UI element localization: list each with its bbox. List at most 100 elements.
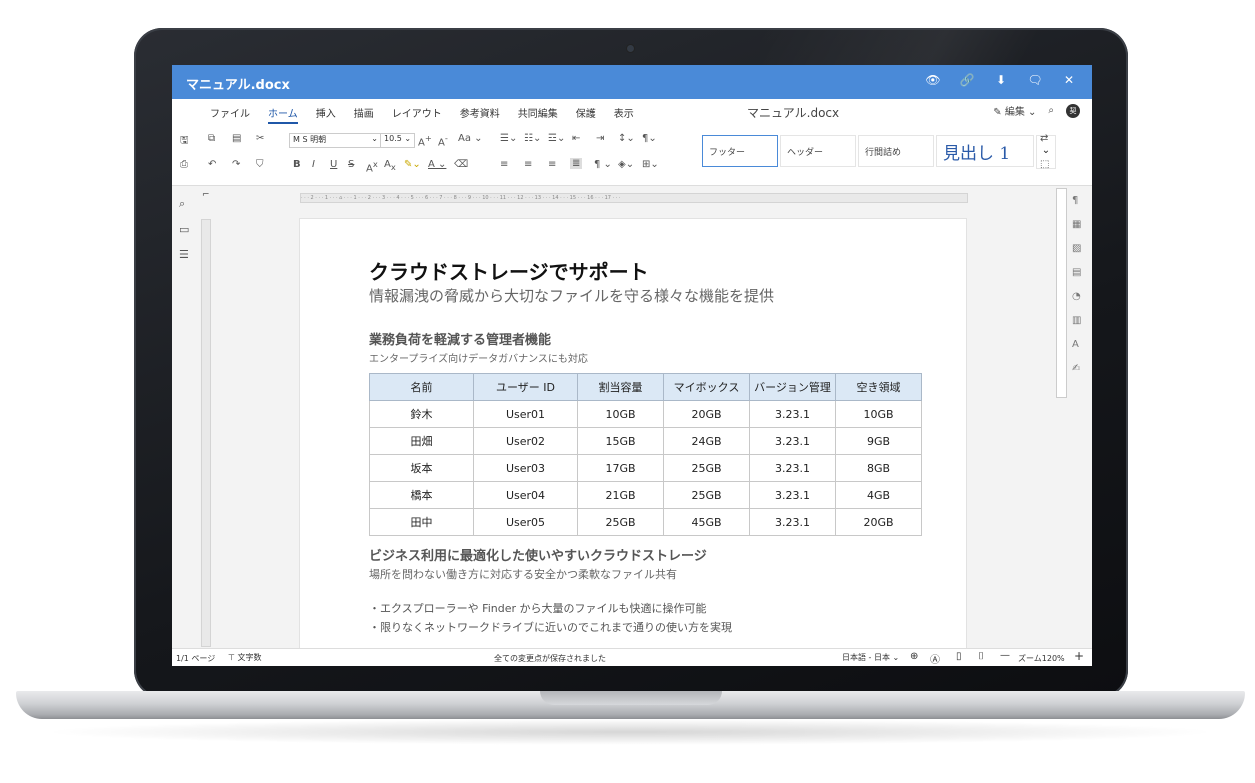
section1-subtitle: エンタープライズ向けデータガバナンスにも対応 <box>369 354 588 365</box>
table-row: 坂本 User03 17GB 25GB 3.23.1 8GB <box>369 454 922 482</box>
paragraph-settings-icon[interactable]: ¶ <box>1072 195 1092 209</box>
align-right-icon[interactable]: ≡ <box>548 159 556 170</box>
strikethrough-icon[interactable]: S <box>348 159 354 170</box>
print-icon[interactable]: ⎙ <box>180 159 188 170</box>
underline-icon[interactable]: U <box>330 159 337 170</box>
word-count-button[interactable]: ⊤ 文字数 <box>228 652 262 663</box>
section1-title: 業務負荷を軽減する管理者機能 <box>369 333 552 348</box>
style-heading-1[interactable]: 見出し 1 <box>936 135 1034 167</box>
change-case-icon[interactable]: Aa ⌄ <box>458 133 483 144</box>
horizontal-ruler[interactable]: · · · 2 · · · 1 · · · ⌂ · · · 1 · · · 2 … <box>300 193 968 203</box>
image-settings-icon[interactable]: ▨ <box>1072 243 1092 257</box>
vertical-scrollbar[interactable] <box>1056 188 1067 398</box>
fit-width-icon[interactable]: ⌷ <box>978 651 984 662</box>
menu-home[interactable]: ホーム <box>268 105 298 124</box>
menu-references[interactable]: 参考資料 <box>460 105 500 124</box>
subscript-icon[interactable]: Ax <box>384 159 396 172</box>
style-header[interactable]: ヘッダー <box>780 135 856 167</box>
table-cell: 鈴木 <box>369 400 474 428</box>
signature-icon[interactable]: ✍ <box>1072 363 1092 377</box>
tab-selector-icon[interactable]: ⌐ <box>202 190 210 200</box>
font-name-select[interactable]: M S 明朝 ⌄ <box>289 133 382 148</box>
vertical-ruler[interactable] <box>201 219 211 647</box>
redo-icon[interactable]: ↷ <box>232 159 240 170</box>
replace-icon[interactable]: ⇄ <box>1040 133 1048 144</box>
menu-view[interactable]: 表示 <box>614 105 634 124</box>
header-footer-icon[interactable]: ▤ <box>1072 267 1092 281</box>
download-icon[interactable]: ⬇ <box>986 73 1016 87</box>
spellcheck-icon[interactable]: Ⓐ <box>930 651 940 666</box>
line-spacing-icon[interactable]: ↕⌄ <box>618 133 635 144</box>
table-settings-icon[interactable]: ▦ <box>1072 219 1092 233</box>
fit-page-icon[interactable]: ▯ <box>956 651 962 662</box>
menu-coediting[interactable]: 共同編集 <box>518 105 558 124</box>
table-cell: 10GB <box>835 400 922 428</box>
justify-icon[interactable]: ≣ <box>570 158 583 169</box>
copy-icon[interactable]: ⧉ <box>208 133 215 144</box>
title-bar-actions: 👁 🔗 ⬇ 🗨 ✕ <box>918 73 1084 87</box>
italic-icon[interactable]: I <box>312 159 315 170</box>
title-bar: マニュアル.docx 👁 🔗 ⬇ 🗨 ✕ <box>172 65 1092 99</box>
close-icon[interactable]: ✕ <box>1054 73 1084 87</box>
font-size-select[interactable]: 10.5 ⌄ <box>380 133 415 148</box>
document-page[interactable]: クラウドストレージでサポート 情報漏洩の脅威から大切なファイルを守る様々な機能を… <box>300 219 966 649</box>
edit-mode-button[interactable]: ✎ 編集 ⌄ <box>993 103 1036 118</box>
align-center-icon[interactable]: ≡ <box>524 159 532 170</box>
borders-icon[interactable]: ⊞⌄ <box>642 159 659 170</box>
eye-icon[interactable]: 👁 <box>918 73 948 87</box>
numbered-list-icon[interactable]: ☷⌄ <box>524 133 541 144</box>
style-footer[interactable]: フッター <box>702 135 778 167</box>
clear-format-icon[interactable]: ⌫ <box>454 159 468 170</box>
menu-insert[interactable]: 挿入 <box>316 105 336 124</box>
decrease-indent-icon[interactable]: ⇤ <box>572 133 580 144</box>
format-painter-icon[interactable]: ⛉ <box>256 159 264 170</box>
paragraph-mark-icon[interactable]: ¶⌄ <box>642 133 657 144</box>
select-icon[interactable]: ⬚ <box>1040 159 1049 170</box>
table-cell: 20GB <box>663 400 750 428</box>
right-sidebar: ¶ ▦ ▨ ▤ ◔ ▥ A ✍ <box>1064 185 1092 648</box>
document-subheading: 情報漏洩の脅威から大切なファイルを守る様々な機能を提供 <box>369 287 775 305</box>
laptop-shadow <box>40 719 1220 745</box>
globe-icon[interactable]: ⊕ <box>910 651 918 662</box>
language-select[interactable]: 日本語 - 日本 ⌄ <box>842 652 899 663</box>
search-icon[interactable]: ⌕ <box>1048 105 1054 116</box>
zoom-out-icon[interactable]: — <box>1000 650 1010 661</box>
paste-icon[interactable]: ▤ <box>232 133 241 144</box>
data-table[interactable]: 名前 ユーザー ID 割当容量 マイボックス バージョン管理 空き領域 鈴木 U… <box>369 373 922 536</box>
undo-icon[interactable]: ↶ <box>208 159 216 170</box>
font-color-icon[interactable]: A ⌄ <box>428 159 446 170</box>
paragraph-settings-icon[interactable]: ¶ ⌄ <box>594 159 612 170</box>
style-no-spacing[interactable]: 行間詰め <box>858 135 934 167</box>
comments-icon[interactable]: ▭ <box>179 223 202 236</box>
zoom-in-icon[interactable]: + <box>1074 649 1084 663</box>
cut-icon[interactable]: ✂ <box>256 133 264 144</box>
language-value: 日本語 - 日本 <box>842 653 890 662</box>
navigation-icon[interactable]: ☰ <box>179 248 202 261</box>
chart-settings-icon[interactable]: ▥ <box>1072 315 1092 329</box>
shrink-font-icon[interactable]: A- <box>438 133 448 148</box>
comment-icon[interactable]: 🗨 <box>1020 73 1050 87</box>
menu-file[interactable]: ファイル <box>210 105 250 124</box>
table-cell: 21GB <box>577 481 664 509</box>
search-icon[interactable]: ⌕ <box>179 197 202 211</box>
bullet-list-icon[interactable]: ☰⌄ <box>500 133 517 144</box>
text-art-icon[interactable]: A <box>1072 339 1092 353</box>
bold-icon[interactable]: B <box>293 159 301 170</box>
shading-icon[interactable]: ◈⌄ <box>618 159 634 170</box>
menu-layout[interactable]: レイアウト <box>392 105 442 124</box>
table-row: 鈴木 User01 10GB 20GB 3.23.1 10GB <box>369 400 922 428</box>
table-cell: 8GB <box>835 454 922 482</box>
align-left-icon[interactable]: ≡ <box>500 159 508 170</box>
grow-font-icon[interactable]: A+ <box>418 133 432 148</box>
superscript-icon[interactable]: Ax <box>366 159 378 174</box>
avatar[interactable]: 契 <box>1066 103 1080 118</box>
save-icon[interactable]: 🖫 <box>180 133 189 150</box>
increase-indent-icon[interactable]: ⇥ <box>596 133 604 144</box>
highlight-icon[interactable]: ✎⌄ <box>404 159 421 170</box>
link-icon[interactable]: 🔗 <box>952 73 982 87</box>
shape-settings-icon[interactable]: ◔ <box>1072 291 1092 305</box>
multilevel-list-icon[interactable]: ☲⌄ <box>548 133 565 144</box>
menu-draw[interactable]: 描画 <box>354 105 374 124</box>
ribbon-toolbar: 🖫 ⎙ ⧉ ↶ ▤ ↷ ✂ ⛉ M S 明朝 ⌄ 10.5 ⌄ A+ A- Aa… <box>172 125 1092 186</box>
menu-protect[interactable]: 保護 <box>576 105 596 124</box>
